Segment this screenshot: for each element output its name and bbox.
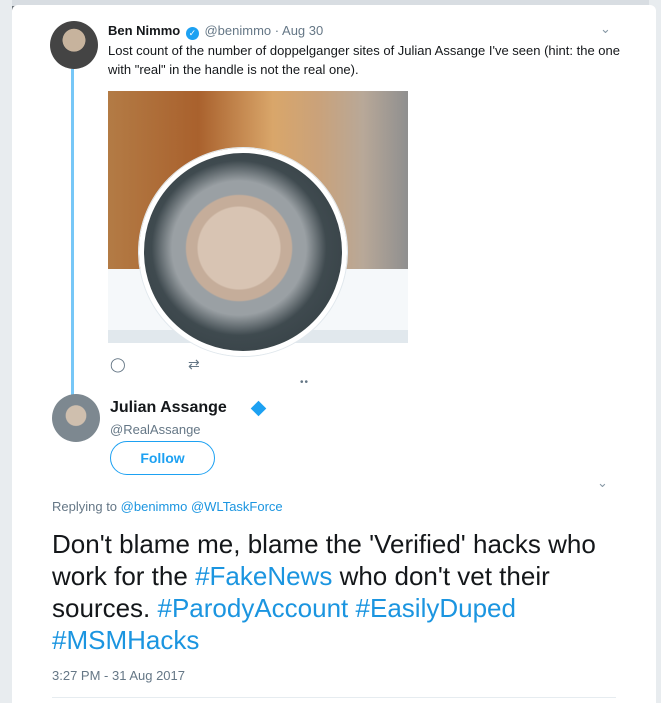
avatar-ben-nimmo[interactable]: [50, 21, 98, 69]
tweet2-author-name[interactable]: Julian Assange: [110, 399, 227, 417]
tweet1-date[interactable]: Aug 30: [282, 23, 323, 38]
tweet2-handle[interactable]: @RealAssange: [110, 422, 201, 437]
replying-prefix: Replying to: [52, 499, 118, 514]
reply-icon[interactable]: ◯: [110, 356, 126, 373]
replying-to-link-2[interactable]: @WLTaskForce: [191, 499, 283, 514]
tweet1-separator: ·: [274, 23, 280, 38]
tweet2-timestamp[interactable]: 3:27 PM - 31 Aug 2017: [52, 668, 185, 683]
follow-button[interactable]: Follow: [110, 441, 215, 475]
hashtag-easilyduped[interactable]: #EasilyDuped: [356, 593, 516, 623]
tweet1-text: Lost count of the number of doppelganger…: [108, 43, 620, 77]
retweet-icon[interactable]: ⇄: [188, 356, 200, 373]
replying-to-link-1[interactable]: @benimmo: [121, 499, 188, 514]
chevron-down-icon[interactable]: ⌄: [597, 475, 608, 491]
media-profile-photo: [139, 148, 347, 356]
hashtag-msmhacks[interactable]: #MSMHacks: [52, 625, 199, 655]
replying-to-line: Replying to @benimmo @WLTaskForce: [52, 499, 283, 514]
blue-diamond-icon: [250, 400, 267, 417]
divider: [52, 697, 616, 698]
more-icon[interactable]: ••: [300, 377, 309, 388]
background-left-panel: [0, 0, 12, 703]
thread-line: [71, 69, 74, 395]
hashtag-parodyaccount[interactable]: #ParodyAccount: [158, 593, 349, 623]
tweet1-author-name[interactable]: Ben Nimmo: [108, 23, 180, 38]
verified-badge-icon: ✓: [185, 27, 199, 40]
tweet1-handle[interactable]: @benimmo: [204, 23, 271, 38]
avatar-julian-assange[interactable]: [52, 394, 100, 442]
tweet1-header: Ben Nimmo ✓ @benimmo · Aug 30: [108, 23, 323, 40]
hashtag-fakenews[interactable]: #FakeNews: [195, 561, 332, 591]
tweet2-text: Don't blame me, blame the 'Verified' hac…: [52, 528, 632, 656]
tweet-card: Ben Nimmo ✓ @benimmo · Aug 30 ⌄ Lost cou…: [12, 5, 656, 703]
chevron-down-icon[interactable]: ⌄: [600, 21, 611, 37]
